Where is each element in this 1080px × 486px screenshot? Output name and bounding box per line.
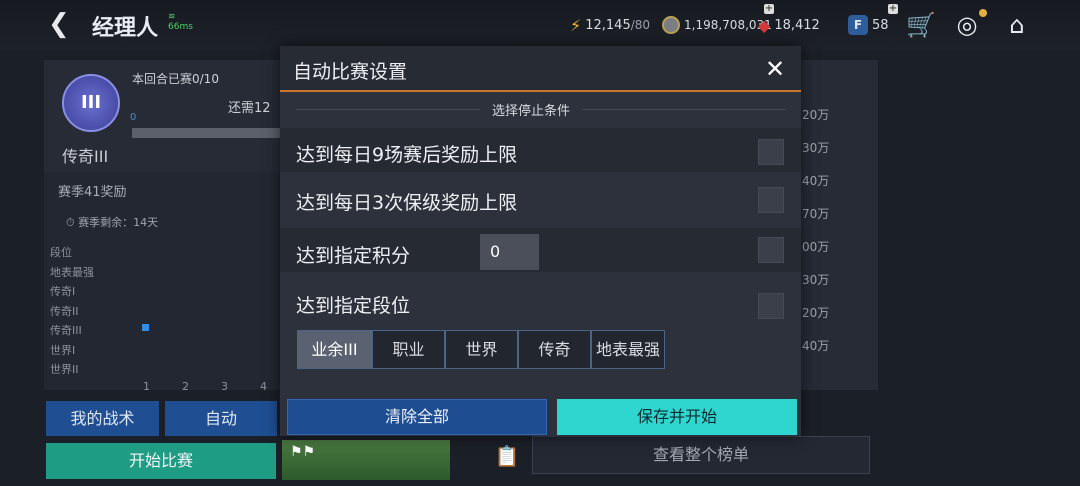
option-label: 达到每日3次保级奖励上限 (296, 192, 518, 214)
auto-button[interactable]: 自动 (165, 401, 277, 436)
notification-dot (979, 9, 987, 17)
tier-label: 传奇III (50, 324, 82, 337)
x-tick: 4 (260, 380, 267, 393)
coin-counter[interactable]: 1,198,708,031 (662, 12, 772, 38)
season-remaining: ⏱ 赛季剩余：14天 (66, 214, 158, 230)
dialog-subtitle: 选择停止条件 (480, 100, 583, 119)
home-icon[interactable]: ⌂ (1002, 10, 1032, 40)
dialog-title: 自动比赛设置 (293, 61, 408, 83)
gem-icon: ◆ (758, 15, 771, 35)
rank-progress-bar (132, 128, 280, 138)
clipboard-icon[interactable]: 📋 (492, 440, 522, 472)
f-counter[interactable]: F 58 (848, 12, 889, 38)
rank-name: 传奇III (62, 147, 109, 166)
leaderboard-value: 30万 (802, 273, 830, 287)
my-tactics-button[interactable]: 我的战术 (46, 401, 159, 436)
stadium-flag-icon: ⚑⚑ (290, 444, 316, 460)
gem-counter[interactable]: ◆ 18,412 (758, 12, 820, 38)
option-label: 达到指定积分 (296, 245, 411, 267)
view-full-board-button[interactable]: 查看整个榜单 (532, 436, 870, 474)
tier-axis-title: 段位 (50, 246, 72, 259)
gem-value: 18,412 (774, 17, 820, 33)
remain-text: 还需12 (228, 101, 271, 116)
clear-all-button[interactable]: 清除全部 (287, 399, 547, 435)
tier-segment-world[interactable]: 世界 (445, 330, 518, 369)
tier-segment-strongest[interactable]: 地表最强 (591, 330, 665, 369)
season-remaining-text: 赛季剩余：14天 (78, 216, 159, 229)
score-input[interactable]: 0 (480, 234, 539, 270)
x-tick: 1 (143, 380, 150, 393)
cart-icon[interactable]: 🛒 (906, 10, 936, 40)
checkbox-score[interactable] (758, 237, 784, 263)
x-tick: 2 (182, 380, 189, 393)
tier-segment-pro[interactable]: 职业 (372, 330, 445, 369)
season-title: 赛季41奖励 (58, 185, 127, 200)
ping-text: 66ms (168, 22, 193, 32)
leaderboard-value: 70万 (802, 207, 830, 221)
tier-label: 传奇I (50, 285, 76, 298)
page-title: 经理人 (92, 16, 159, 41)
f-value: 58 (872, 17, 889, 33)
save-and-start-button[interactable]: 保存并开始 (557, 399, 797, 435)
tier-label: 世界II (50, 363, 79, 376)
tier-segment-legend[interactable]: 传奇 (518, 330, 591, 369)
tier-segment-amateur[interactable]: 业余III (297, 330, 372, 369)
coin-icon (662, 16, 680, 34)
energy-counter[interactable]: ⚡ 12,145/80 (570, 12, 650, 38)
checkbox-daily-reward[interactable] (758, 139, 784, 165)
tier-label: 世界I (50, 344, 76, 357)
option-label: 达到每日9场赛后奖励上限 (296, 144, 518, 166)
tier-label: 地表最强 (50, 266, 94, 279)
leaderboard-value: 40万 (802, 339, 830, 353)
start-match-button[interactable]: 开始比赛 (46, 443, 276, 479)
x-tick: 3 (221, 380, 228, 393)
add-f-icon[interactable]: + (888, 4, 898, 14)
leaderboard-value: 20万 (802, 306, 830, 320)
timer-icon: ⏱ (66, 216, 75, 229)
rank-emblem-icon: III (62, 74, 120, 132)
leaderboard-value: 00万 (802, 240, 830, 254)
current-tier-marker (142, 324, 149, 331)
target-icon[interactable]: ◎ (952, 10, 982, 40)
wifi-icon: ≋ (168, 12, 176, 22)
tier-label: 传奇II (50, 305, 79, 318)
leaderboard-value: 40万 (802, 174, 830, 188)
energy-max: /80 (630, 18, 651, 32)
checkbox-relegation-reward[interactable] (758, 187, 784, 213)
back-icon[interactable]: ❮ (48, 10, 76, 38)
close-icon[interactable]: ✕ (762, 56, 788, 82)
lightning-icon: ⚡ (570, 15, 582, 35)
checkbox-tier[interactable] (758, 293, 784, 319)
energy-value: 12,145 (585, 17, 631, 33)
leaderboard-value: 30万 (802, 141, 830, 155)
ping-indicator: ≋ 66ms (168, 12, 193, 32)
progress-start-label: 0 (130, 112, 137, 123)
f-badge-icon: F (848, 15, 868, 35)
leaderboard-value: 20万 (802, 108, 830, 122)
option-label: 达到指定段位 (296, 295, 411, 317)
round-progress-text: 本回合已赛0/10 (132, 72, 219, 86)
